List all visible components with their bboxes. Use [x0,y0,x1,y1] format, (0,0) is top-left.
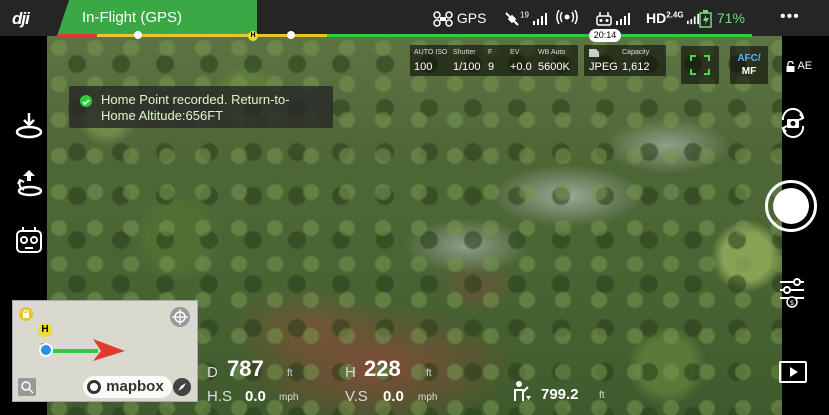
aperture-value: 9 [488,61,495,73]
camera-parameters-panel[interactable]: AUTO ISO 100 Shutter 1/100 F 9 EV +0.0 W… [410,45,578,76]
map-lock-icon[interactable] [19,307,33,321]
battery-critical-segment [57,34,97,37]
mapbox-attribution: mapbox [83,376,172,398]
capture-format-panel[interactable]: Capacity JPEG 1,612 [584,45,666,76]
height-value: 228 [364,356,401,381]
return-home-icon [17,170,43,197]
return-to-home-button[interactable] [14,167,44,197]
pilot-distance-icon [514,381,531,401]
compass-icon[interactable] [172,377,192,397]
video-quality-label: HD [646,10,667,26]
vspeed-value: 0.0 [383,388,404,405]
camera-switch-button[interactable] [778,108,808,143]
home-point-marker: H [38,323,52,337]
battery-status[interactable]: 71% [699,10,745,29]
satellite-count: 19 [520,10,529,20]
playback-button[interactable] [779,361,807,388]
rc-location-dot [39,343,53,357]
gps-status[interactable]: GPS [433,10,487,28]
svg-text:$: $ [790,299,794,307]
ev-value: +0.0 [510,61,532,73]
toast-message: Home Point recorded. Return-to-Home Alti… [101,92,290,123]
home-point-toast: Home Point recorded. Return-to-Home Alti… [69,86,333,128]
wb-value: 5600K [538,61,570,73]
obstacle-sensing[interactable] [556,9,578,27]
signal-bars-icon [532,13,547,26]
remote-settings-button[interactable] [14,225,44,255]
height-label: H [345,364,356,381]
auto-takeoff-button[interactable] [14,111,44,141]
camera-settings-button[interactable]: $ [779,278,805,313]
signal-bars-icon [687,14,700,25]
shutter-inner [773,188,809,224]
mapbox-label: mapbox [106,378,164,395]
satellite-icon [505,12,519,27]
takeoff-landing-icon [15,113,43,139]
video-link-status[interactable]: HD2.4G [646,10,700,26]
dji-logo[interactable]: dji [12,9,30,29]
map-zoom-icon[interactable] [17,377,37,397]
battery-percent: 71% [716,10,745,26]
remote-signal[interactable] [596,10,630,27]
flight-status-label: In-Flight (GPS) [82,9,183,26]
sliders-settings-icon: $ [780,278,804,308]
remote-controller-icon [16,227,42,253]
battery-icon [699,10,712,29]
hspeed-unit: mph [279,392,299,403]
satellite-signal[interactable]: 19 [504,10,547,27]
more-menu-button[interactable]: ••• [780,8,800,26]
video-band-label: 2.4G [666,10,684,20]
mapbox-logo-icon [87,380,101,395]
focus-mode-line1: AFC/ [737,53,761,64]
vspeed-unit: mph [418,392,438,403]
wb-label: WB Auto [538,49,566,56]
camera-rotate-icon [781,108,805,138]
playback-icon [779,361,807,383]
lock-icon [786,60,795,72]
vspeed-label: V.S [345,388,368,405]
ev-label: EV [510,49,520,56]
format-value: JPEG [589,61,618,73]
iso-label: AUTO ISO [414,49,448,56]
capacity-label: Capacity [622,49,650,56]
hspeed-value: 0.0 [245,388,266,405]
focus-mode-line2: MF [741,66,757,77]
aperture-label: F [488,49,493,56]
rc-distance-unit: ft [599,390,605,401]
battery-marker [134,31,142,39]
focus-frame-icon [690,55,710,75]
distance-label: D [207,364,218,381]
capacity-value: 1,612 [622,61,650,73]
iso-value: 100 [414,61,433,73]
focus-frame-button[interactable] [681,46,719,84]
shutter-value: 1/100 [453,61,481,73]
ae-lock-button[interactable]: AE [786,60,812,72]
shutter-label: Shutter [453,49,476,56]
gps-label: GPS [456,10,487,26]
mini-map[interactable]: H mapbox [12,300,198,402]
aircraft-icon [433,11,453,28]
height-unit: ft [426,368,432,379]
distance-value: 787 [227,356,264,381]
shutter-button[interactable] [765,180,817,232]
battery-marker [287,31,295,39]
sd-card-icon [589,49,599,57]
focus-mode-button[interactable]: AFC/ MF [730,46,768,84]
signal-bars-icon [615,13,630,26]
home-return-marker: H [248,31,258,41]
distance-unit: ft [287,368,293,379]
radar-waves-icon [556,9,578,25]
ae-label: AE [797,60,813,72]
hspeed-label: H.S [207,388,233,405]
flight-time-badge: 20:14 [589,29,621,42]
remote-controller-icon [596,12,612,27]
battery-timeline-bar [57,31,752,39]
check-icon [80,95,92,107]
rc-distance-value: 799.2 [541,386,579,403]
